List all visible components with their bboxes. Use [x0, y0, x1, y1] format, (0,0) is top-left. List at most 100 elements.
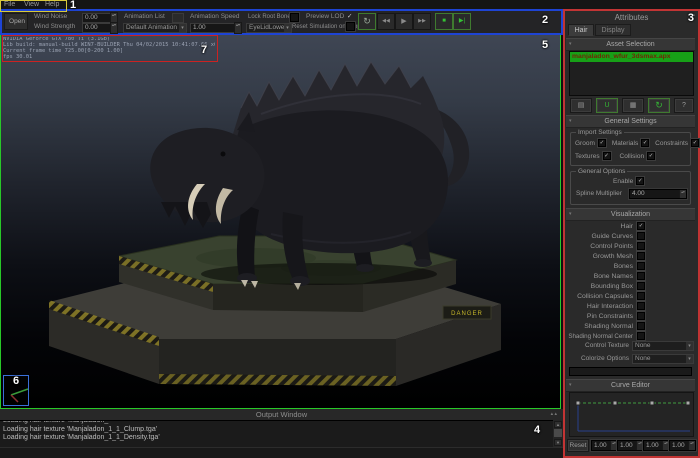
reload-icon[interactable]: ↻ — [648, 98, 670, 113]
animation-speed-field[interactable]: 1.00 — [190, 23, 236, 33]
toggle-row-hair: Hair ✓ — [567, 221, 695, 231]
skin-dropdown[interactable]: EyeLidLower_(Ski ▾ — [246, 23, 292, 33]
menu-file[interactable]: File — [4, 1, 15, 9]
skip-end-button[interactable]: ▶| — [453, 13, 471, 30]
curve-point[interactable] — [685, 400, 691, 406]
scroll-up-icon[interactable]: ▲ — [554, 421, 562, 428]
curve-point[interactable] — [649, 400, 655, 406]
section-visualization[interactable]: ▾ Visualization — [566, 208, 695, 221]
scroll-down-icon[interactable]: ▼ — [554, 439, 562, 446]
dropdown-value: None — [635, 342, 651, 349]
wind-strength-spinner[interactable]: ▴▾ — [110, 22, 118, 34]
control-points-checkbox[interactable] — [637, 242, 645, 250]
spinner-icon[interactable]: ▴▾ — [610, 441, 617, 450]
materials-label: Materials — [611, 139, 639, 147]
loop-button[interactable]: ↻ — [358, 13, 376, 30]
scrollbar-thumb[interactable] — [554, 429, 562, 437]
colorize-options-dropdown[interactable]: None ▾ — [632, 354, 694, 364]
groom-checkbox[interactable]: ✓ — [597, 139, 606, 147]
save-icon[interactable]: ▦ — [622, 98, 644, 113]
curve-editor-canvas[interactable] — [569, 392, 694, 437]
shading-normal-center-checkbox[interactable] — [637, 332, 645, 340]
annotation-label-3: 3 — [687, 12, 694, 24]
annotation-label-7: 7 — [201, 44, 208, 56]
section-curve-editor[interactable]: ▾ Curve Editor — [566, 379, 695, 392]
animation-dropdown-value: Default Animation — [126, 24, 177, 31]
hazard-stripe-band — [159, 374, 396, 386]
viewport-log: NVIDIA GeForce GTX 780 Ti (3.1Gb) Lib bu… — [3, 37, 215, 61]
texture-path-field[interactable] — [569, 367, 692, 376]
asset-list-item-selected[interactable]: manjaladon_wfur_3dsmax.apx — [570, 52, 693, 62]
tab-display[interactable]: Display — [595, 24, 631, 36]
output-window: Output Window ▴ ▴ Loading hair texture '… — [0, 409, 563, 447]
tab-hair[interactable]: Hair — [568, 24, 594, 36]
animation-dropdown[interactable]: Default Animation ▾ — [123, 23, 187, 33]
hair-checkbox[interactable]: ✓ — [637, 222, 645, 230]
growth-mesh-checkbox[interactable] — [637, 252, 645, 260]
folder-icon[interactable]: ▤ — [570, 98, 592, 113]
bone-names-checkbox[interactable] — [637, 272, 645, 280]
bones-checkbox[interactable] — [637, 262, 645, 270]
log-line: Loading hair texture 'Manjaladon_1_1_Clu… — [3, 425, 158, 433]
reset-button[interactable]: Reset — [567, 439, 589, 452]
animation-list-button[interactable] — [172, 13, 184, 23]
update-icon[interactable]: U — [596, 98, 618, 113]
chevron-down-icon: ▾ — [686, 342, 693, 350]
help-icon[interactable]: ? — [674, 98, 694, 113]
hair-interaction-checkbox[interactable] — [637, 302, 645, 310]
danger-sign-label: DANGER — [451, 311, 483, 317]
section-asset-selection[interactable]: ▾ Asset Selection — [566, 38, 695, 51]
animation-speed-spinner[interactable]: ▴▾ — [234, 22, 242, 34]
curve-value-field-1[interactable]: 1.00 ▴▾ — [591, 440, 618, 451]
asset-listbox[interactable]: manjaladon_wfur_3dsmax.apx — [569, 51, 694, 96]
dock-icons[interactable]: ▴ ▴ — [551, 411, 557, 417]
viewport-3d[interactable]: DANGER NVIDIA GeForce GTX 780 Ti (3.1Gb)… — [0, 33, 561, 409]
spinner-icon[interactable]: ▴▾ — [662, 441, 669, 450]
spline-multiplier-field[interactable]: 4.00 ▴▾ — [629, 189, 687, 199]
curve-value-field-4[interactable]: 1.00 ▴▾ — [669, 440, 696, 451]
spinner-icon[interactable]: ▴▾ — [688, 441, 695, 450]
curve-point[interactable] — [575, 400, 581, 406]
textures-checkbox[interactable]: ✓ — [602, 152, 611, 160]
curve-value-field-3[interactable]: 1.00 ▴▾ — [643, 440, 670, 451]
curve-value-field-2[interactable]: 1.00 ▴▾ — [617, 440, 644, 451]
pin-constraints-checkbox[interactable] — [637, 312, 645, 320]
rewind-button[interactable]: ◀◀ — [377, 13, 395, 30]
lock-root-bone-checkbox[interactable] — [290, 13, 299, 22]
play-button[interactable]: ▶ — [395, 13, 413, 30]
control-texture-dropdown[interactable]: None ▾ — [632, 341, 694, 351]
guide-curves-checkbox[interactable] — [637, 232, 645, 240]
collision-checkbox[interactable]: ✓ — [647, 152, 656, 160]
toggle-row-growth-mesh: Growth Mesh — [567, 251, 695, 261]
output-scrollbar[interactable]: ▲ ▼ — [554, 421, 562, 446]
output-window-title: Output Window — [0, 409, 563, 420]
constraints-checkbox[interactable]: ✓ — [691, 139, 700, 147]
collision-capsules-checkbox[interactable] — [637, 292, 645, 300]
menu-help[interactable]: Help — [45, 1, 59, 9]
curve-graph — [575, 400, 691, 432]
open-button[interactable]: Open — [4, 13, 28, 30]
stop-button[interactable]: ■ — [435, 13, 453, 30]
output-log[interactable]: Loading hair texture 'Manjaladon_ Loadin… — [0, 420, 553, 447]
step-forward-button[interactable]: ▶▶ — [413, 13, 431, 30]
dropdown-value: None — [635, 355, 651, 362]
materials-checkbox[interactable]: ✓ — [641, 139, 650, 147]
wind-noise-field[interactable]: 0.00 — [82, 13, 112, 23]
general-options-group: General Options Enable ✓ Spline Multiplie… — [570, 168, 691, 205]
toggle-label: Bounding Box — [590, 282, 633, 290]
shading-normal-checkbox[interactable] — [637, 322, 645, 330]
wind-strength-field[interactable]: 0.00 — [82, 23, 112, 33]
toggle-label: Hair — [620, 222, 633, 230]
menu-view[interactable]: View — [24, 1, 39, 9]
reset-sim-checkbox[interactable] — [346, 22, 355, 31]
toggle-label: Hair Interaction — [586, 302, 633, 310]
section-general-settings[interactable]: ▾ General Settings — [566, 115, 695, 128]
preview-lod-check[interactable]: ✓ — [347, 13, 352, 21]
status-bar — [0, 447, 563, 458]
collision-label: Collision — [619, 152, 645, 160]
spinner-icon[interactable]: ▴▾ — [636, 441, 643, 450]
curve-point[interactable] — [612, 400, 618, 406]
bounding-box-checkbox[interactable] — [637, 282, 645, 290]
spinner-icon[interactable]: ▴▾ — [679, 190, 686, 198]
enable-checkbox[interactable]: ✓ — [636, 177, 645, 185]
